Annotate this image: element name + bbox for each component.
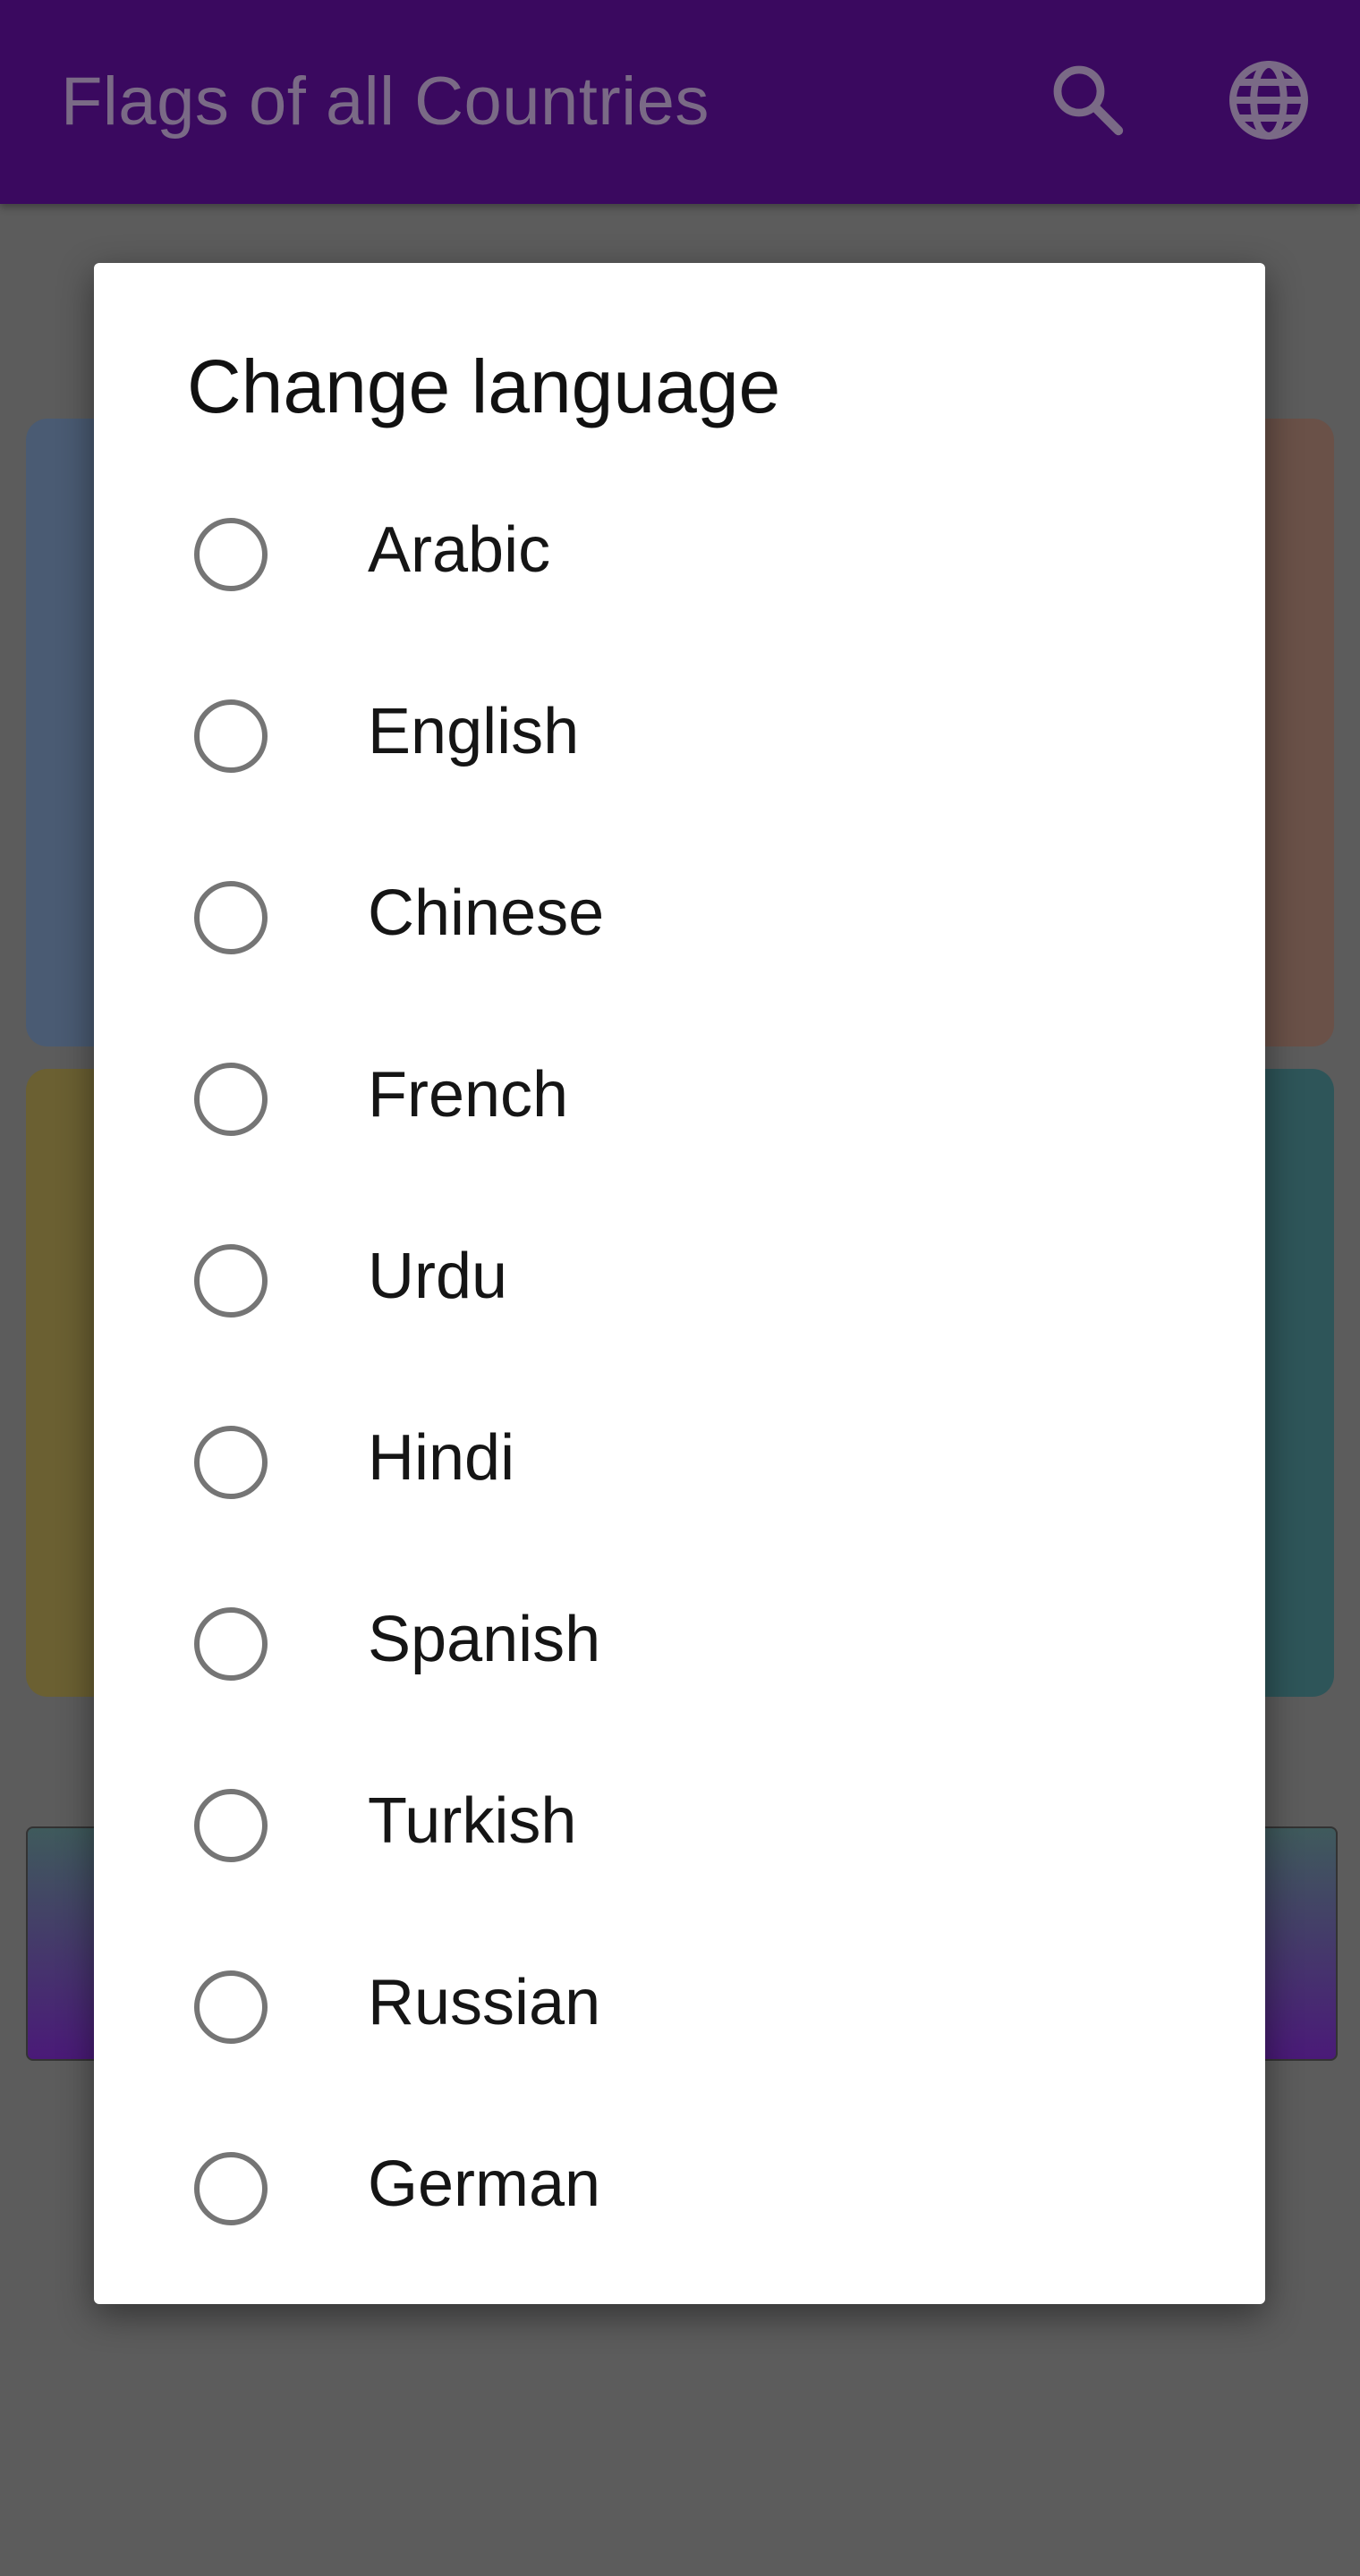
globe-icon[interactable] (1226, 57, 1312, 143)
radio-button[interactable] (194, 1970, 268, 2044)
language-option-urdu[interactable]: Urdu (94, 1190, 1265, 1371)
change-language-dialog: Change language Arabic English Chinese Fren… (94, 263, 1265, 2304)
language-option-english[interactable]: English (94, 645, 1265, 826)
language-label: Arabic (368, 514, 551, 586)
app-bar: Flags of all Countries (0, 0, 1360, 204)
language-label: Hindi (368, 1422, 515, 1494)
radio-button[interactable] (194, 699, 268, 773)
app-title: Flags of all Countries (61, 64, 710, 140)
language-label: Chinese (368, 877, 605, 949)
language-label: Urdu (368, 1241, 508, 1312)
language-label: Russian (368, 1967, 601, 2038)
radio-button[interactable] (194, 2152, 268, 2225)
language-label: French (368, 1059, 569, 1131)
radio-button[interactable] (194, 1244, 268, 1318)
language-option-hindi[interactable]: Hindi (94, 1371, 1265, 1553)
radio-button[interactable] (194, 1607, 268, 1681)
language-option-french[interactable]: French (94, 1008, 1265, 1190)
radio-button[interactable] (194, 881, 268, 954)
language-option-arabic[interactable]: Arabic (94, 463, 1265, 645)
dialog-title: Change language (187, 344, 781, 428)
language-label: Turkish (368, 1785, 577, 1857)
radio-button[interactable] (194, 518, 268, 591)
search-icon[interactable] (1045, 57, 1131, 143)
language-option-chinese[interactable]: Chinese (94, 826, 1265, 1008)
language-option-spanish[interactable]: Spanish (94, 1553, 1265, 1734)
language-option-russian[interactable]: Russian (94, 1916, 1265, 2097)
language-label: German (368, 2148, 601, 2220)
radio-button[interactable] (194, 1063, 268, 1136)
language-option-german[interactable]: German (94, 2097, 1265, 2279)
language-label: English (368, 696, 580, 767)
language-label: Spanish (368, 1604, 601, 1675)
language-option-turkish[interactable]: Turkish (94, 1734, 1265, 1916)
radio-button[interactable] (194, 1426, 268, 1499)
radio-button[interactable] (194, 1789, 268, 1862)
